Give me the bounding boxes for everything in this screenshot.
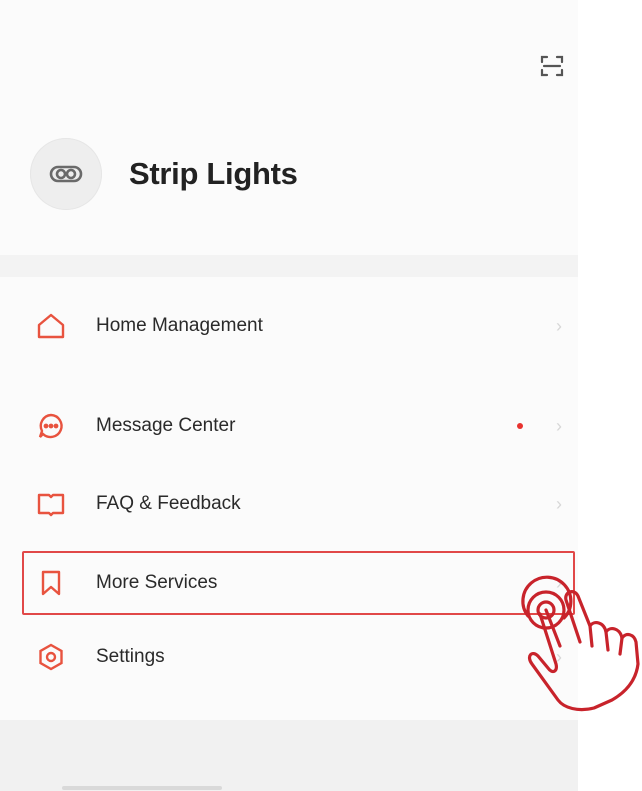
profile-header[interactable]: Strip Lights [30, 138, 298, 210]
book-icon [34, 487, 68, 521]
profile-title: Strip Lights [129, 156, 298, 191]
background-gap [578, 0, 642, 791]
scan-icon [540, 55, 564, 77]
scan-button[interactable] [532, 46, 572, 86]
home-indicator [62, 786, 222, 790]
chevron-right-icon: › [556, 646, 562, 667]
menu-item-settings[interactable]: Settings › [0, 629, 578, 685]
device-link-icon [49, 165, 83, 183]
bookmark-icon [34, 566, 68, 600]
menu-item-label: More Services [96, 572, 218, 593]
chevron-right-icon: › [556, 493, 562, 514]
menu-item-label: Home Management [96, 315, 263, 336]
settings-icon [34, 640, 68, 674]
avatar[interactable] [30, 138, 102, 210]
footer-band [0, 720, 578, 791]
menu-item-more-services[interactable]: More Services › [0, 555, 578, 611]
menu-item-home-management[interactable]: Home Management › [0, 298, 578, 354]
chevron-right-icon: › [556, 315, 562, 336]
home-icon [34, 309, 68, 343]
menu-item-label: Message Center [96, 415, 236, 436]
unread-badge [517, 423, 523, 429]
chevron-right-icon: › [556, 572, 562, 593]
section-divider [0, 255, 578, 277]
menu-item-faq-feedback[interactable]: FAQ & Feedback › [0, 476, 578, 532]
menu-item-label: Settings [96, 646, 165, 667]
menu-item-label: FAQ & Feedback [96, 493, 241, 514]
chat-bubble-icon [34, 409, 68, 443]
menu-item-message-center[interactable]: Message Center › [0, 398, 578, 454]
chevron-right-icon: › [556, 415, 562, 436]
